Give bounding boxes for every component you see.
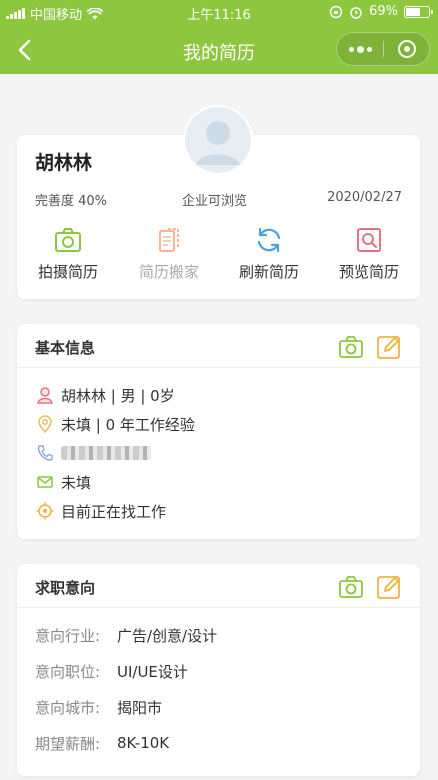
target-icon xyxy=(36,502,54,520)
action-label: 刷新简历 xyxy=(238,263,299,281)
intent-value: 揭阳市 xyxy=(117,698,163,717)
job-status-text: 目前正在找工作 xyxy=(61,502,167,521)
nav-bar: 我的简历 xyxy=(0,26,438,74)
camera-icon[interactable] xyxy=(338,334,364,360)
action-label: 拍摄简历 xyxy=(37,263,98,281)
intent-key: 期望薪酬: xyxy=(35,734,101,753)
shoot-resume-button[interactable]: 拍摄简历 xyxy=(18,225,118,282)
status-bar: 中国移动 上午11:16 69% xyxy=(0,0,438,26)
camera-icon[interactable] xyxy=(338,574,364,600)
job-status-row: 目前正在找工作 xyxy=(35,500,166,522)
email-text: 未填 xyxy=(61,473,92,492)
more-dots-icon xyxy=(349,46,354,52)
mail-icon xyxy=(37,476,53,488)
job-intent-card: 求职意向 意向行业: 广告/创意/设计 意向职位: UI/UE设计 意向城市: … xyxy=(17,564,420,776)
preview-icon xyxy=(357,228,381,252)
basic-summary-row: 胡林林 | 男 | 0岁 xyxy=(35,384,175,406)
profile-name: 胡林林 xyxy=(35,152,93,174)
target-circle-icon xyxy=(398,40,416,58)
intent-value: UI/UE设计 xyxy=(117,662,188,681)
avatar[interactable] xyxy=(185,107,251,173)
section-title: 求职意向 xyxy=(35,579,96,597)
intent-value: 广告/创意/设计 xyxy=(117,626,218,645)
default-avatar-icon xyxy=(185,107,251,173)
intent-row: 意向行业: 广告/创意/设计 xyxy=(35,624,217,646)
person-icon xyxy=(37,387,53,404)
email-row: 未填 xyxy=(35,471,91,493)
location-experience-text: 未填 | 0 年工作经验 xyxy=(61,415,195,434)
location-row: 未填 | 0 年工作经验 xyxy=(35,413,195,435)
alarm-icon xyxy=(350,6,362,19)
completeness-text: 完善度 40% xyxy=(35,194,108,209)
preview-resume-button[interactable]: 预览简历 xyxy=(319,225,419,282)
job-intent-header: 求职意向 xyxy=(17,564,420,608)
intent-value: 8K-10K xyxy=(117,734,170,752)
profile-actions: 拍摄简历 简历搬家 刷新简历 预览简历 xyxy=(17,225,420,285)
edit-icon[interactable] xyxy=(376,574,402,600)
basic-info-card: 基本信息 胡林林 | 男 | 0岁 未填 | 0 年工作经验 未填 目前正在找工… xyxy=(17,324,420,539)
miniprogram-capsule xyxy=(336,32,430,66)
intent-key: 意向城市: xyxy=(35,698,101,717)
refresh-icon xyxy=(257,227,281,253)
action-label: 简历搬家 xyxy=(138,263,199,281)
edit-icon[interactable] xyxy=(376,334,402,360)
action-label: 预览简历 xyxy=(338,263,399,281)
orientation-lock-icon xyxy=(329,5,343,18)
phone-icon xyxy=(37,445,53,461)
intent-key: 意向行业: xyxy=(35,626,101,645)
phone-number-redacted xyxy=(61,446,151,460)
camera-icon xyxy=(55,228,81,252)
intent-row: 期望薪酬: 8K-10K xyxy=(35,732,169,754)
intent-key: 意向职位: xyxy=(35,662,101,681)
battery-icon xyxy=(404,5,433,18)
section-title: 基本信息 xyxy=(35,339,96,357)
document-move-icon xyxy=(159,228,179,252)
move-resume-button[interactable]: 简历搬家 xyxy=(119,225,219,282)
more-button[interactable] xyxy=(337,33,384,65)
location-pin-icon xyxy=(38,415,52,434)
battery-percent: 69% xyxy=(369,4,398,19)
basic-summary-text: 胡林林 | 男 | 0岁 xyxy=(61,386,175,405)
basic-info-header: 基本信息 xyxy=(17,324,420,368)
close-miniprogram-button[interactable] xyxy=(384,33,430,65)
intent-row: 意向城市: 揭阳市 xyxy=(35,696,162,718)
update-date: 2020/02/27 xyxy=(327,190,402,205)
phone-row xyxy=(35,442,151,464)
intent-row: 意向职位: UI/UE设计 xyxy=(35,660,188,682)
visibility-status: 企业可浏览 xyxy=(182,194,248,209)
refresh-resume-button[interactable]: 刷新简历 xyxy=(219,225,319,282)
